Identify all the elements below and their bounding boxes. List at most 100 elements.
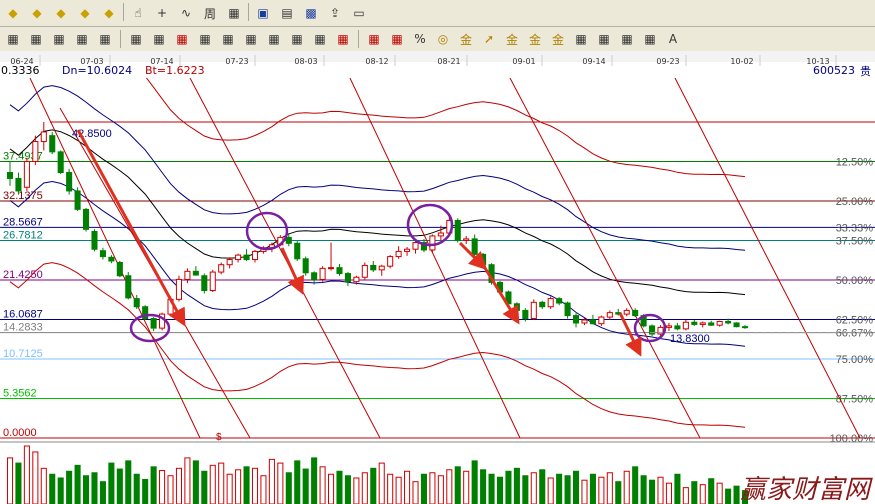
bar-tool-icon[interactable]: ▦ (49, 29, 69, 49)
crosshair-icon[interactable]: + (152, 3, 172, 23)
volume-bar (6, 457, 14, 504)
wave-icon[interactable]: ▦ (241, 29, 261, 49)
volume-bar (184, 457, 191, 504)
candle-body (513, 303, 520, 311)
price-level-label: 14.2833 (3, 322, 43, 334)
fan-line-icon[interactable]: ▦ (218, 29, 238, 49)
volume-bar (57, 477, 64, 504)
volume-bar (235, 469, 242, 504)
percent-level-label: 33.33% (836, 222, 874, 234)
gold-circle-icon[interactable]: ◎ (433, 29, 453, 49)
fib-retrace-icon[interactable]: ▦ (387, 29, 407, 49)
gold-line-icon[interactable]: 金 (525, 29, 545, 49)
toolbar-drawing: ▦ ▦ ▦ ▦ ▦ ▦ ▦ ▦ ▦ ▦ ▦ ▦ ▦ ▦ ▦ ▦ ▦% ◎ 金 ➚ 金金金 ▦ ▦ ▦ ▦ A (0, 27, 875, 52)
percent-icon[interactable]: % (410, 29, 430, 49)
candle-body (395, 250, 402, 258)
volume-bar (226, 473, 233, 504)
move-left-diamond-icon[interactable]: ◆ (51, 3, 71, 23)
cycle-tool-icon[interactable]: ▦ (571, 29, 591, 49)
kline-tool-icon[interactable]: ▦ (72, 29, 92, 49)
export-icon[interactable]: ⇪ (325, 3, 345, 23)
draw-tool-icon[interactable]: ∿ (176, 3, 196, 23)
volume-bar (32, 451, 39, 504)
volume-bar (361, 472, 368, 504)
percent-level-label: 75.00% (836, 354, 874, 366)
scale-icon[interactable]: ▦ (224, 3, 244, 23)
percent-level-label: 87.50% (836, 394, 874, 406)
period-icon[interactable]: 周 (200, 3, 220, 23)
gold-ratio-icon[interactable]: 金 (456, 29, 476, 49)
gold-arrow-icon[interactable]: ➚ (479, 29, 499, 49)
grid-lines-icon[interactable]: ▦ (287, 29, 307, 49)
gold-level-icon[interactable]: 金 (548, 29, 568, 49)
candle-body (311, 272, 318, 280)
volume-bar (395, 476, 402, 504)
gann-tool-icon[interactable]: ▦ (617, 29, 637, 49)
grid-tool-icon[interactable]: ▦ (264, 29, 284, 49)
volume-bar (311, 457, 318, 504)
candle-body (209, 271, 216, 292)
candle-body (378, 265, 385, 271)
vert-line-icon[interactable]: ▦ (126, 29, 146, 49)
volume-bar (657, 476, 664, 504)
box-tool-icon[interactable]: ▦ (95, 29, 115, 49)
channel-line (509, 78, 701, 439)
candlestick-chart[interactable]: 37.493732.137528.566726.781221.425016.06… (0, 78, 875, 504)
candle-body (74, 190, 81, 210)
volume-bar (480, 469, 487, 504)
volume-bar (471, 460, 478, 504)
volume-bar (83, 475, 90, 504)
volume-bar (505, 470, 512, 504)
channel-icon[interactable]: ▦ (172, 29, 192, 49)
candle-body (302, 258, 309, 274)
upper-band-line (9, 85, 746, 251)
crosshair-diamond-icon[interactable]: ◆ (99, 3, 119, 23)
volume-bar (733, 485, 740, 504)
price-level-label: 28.5667 (3, 216, 43, 228)
parallel-channel-icon[interactable]: ▦ (364, 29, 384, 49)
cross-line-icon[interactable]: ▦ (26, 29, 46, 49)
volume-bar (387, 473, 394, 504)
candle-body (547, 298, 554, 308)
candle-body (581, 319, 588, 324)
calendar-icon[interactable]: ▣ (253, 3, 273, 23)
zoom-out-diamond-icon[interactable]: ◆ (27, 3, 47, 23)
print-icon[interactable]: ▭ (349, 3, 369, 23)
gold-channel-icon[interactable]: 金 (502, 29, 522, 49)
zoom-in-diamond-icon[interactable]: ◆ (3, 3, 23, 23)
candle-body (404, 248, 411, 252)
volume-bar (302, 468, 309, 504)
volume-bar (522, 475, 529, 504)
candle-body (116, 261, 123, 277)
volume-bar (454, 466, 461, 504)
cycle-lines-icon[interactable]: ▦ (594, 29, 614, 49)
parallel-line-icon[interactable]: ▦ (195, 29, 215, 49)
hand-cursor-icon[interactable]: ☝ (128, 3, 148, 23)
stock-code: 600523 (813, 64, 855, 77)
stock-name-suffix: 贵 (860, 65, 871, 78)
fib-fan-icon[interactable]: ▦ (333, 29, 353, 49)
volume-bar (268, 458, 275, 504)
volume-bar (404, 470, 411, 504)
candle-body (429, 235, 436, 251)
candle-body (573, 315, 580, 324)
line-tool-icon[interactable]: ▦ (3, 29, 23, 49)
save-icon[interactable]: ▩ (301, 3, 321, 23)
volume-bar (370, 467, 377, 504)
candle-body (328, 267, 335, 270)
move-right-diamond-icon[interactable]: ◆ (75, 3, 95, 23)
data-window-icon[interactable]: ▤ (277, 3, 297, 23)
volume-bar (243, 466, 250, 504)
volume-bar (74, 464, 81, 504)
channel-line (29, 78, 201, 439)
volume-bar (159, 470, 166, 504)
candle-body (623, 309, 630, 315)
gann-fan-icon[interactable]: ▦ (640, 29, 660, 49)
candle-body (539, 301, 546, 308)
candle-body (218, 264, 225, 273)
volume-bar (15, 462, 22, 504)
volume-bar (556, 473, 563, 504)
text-note-icon[interactable]: A (663, 29, 683, 49)
ray-tool-icon[interactable]: ▦ (149, 29, 169, 49)
time-grid-icon[interactable]: ▦ (310, 29, 330, 49)
